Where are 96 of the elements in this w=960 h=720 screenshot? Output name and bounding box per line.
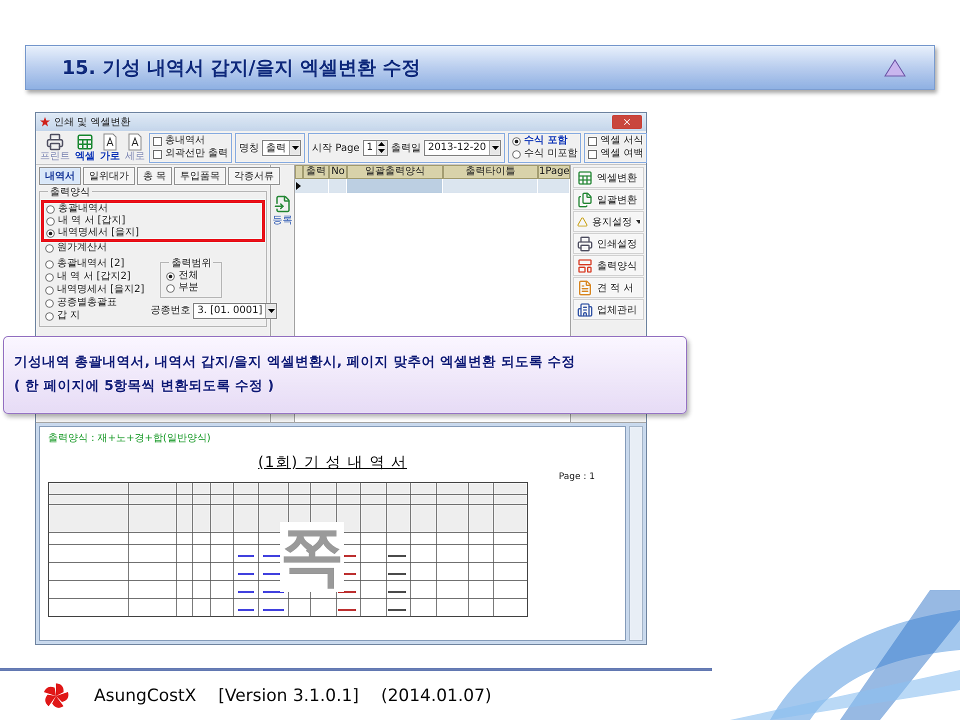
toolbar-button[interactable]: 가로: [99, 133, 121, 162]
callout-text: 기성내역 총괄내역서, 내역서 갑지/을지 엑셀변환시, 페이지 맞추어 엑셀변환 되도록 수정: [14, 353, 576, 371]
option-label: 내 역 서 [갑지2]: [57, 271, 131, 283]
spinner-arrows-icon: [378, 142, 386, 153]
group-title: 출력양식: [48, 185, 92, 199]
date-picker[interactable]: 2013-12-20: [424, 140, 502, 156]
triangle-up-icon[interactable]: [884, 58, 906, 76]
document-title: (1회) 기 성 내 역 서: [258, 453, 408, 472]
checkbox[interactable]: [153, 136, 162, 146]
slide-title: 15. 기성 내역서 갑지/을지 엑셀변환 수정: [62, 56, 421, 80]
option-label: 전체: [178, 270, 198, 282]
printer-icon: [577, 236, 593, 252]
side-button[interactable]: 업체관리: [573, 299, 644, 320]
option-label: 부분: [178, 282, 198, 294]
option-label: 내역명세서 [을지]: [58, 227, 139, 239]
column-header: 일괄출력양식: [347, 165, 442, 179]
files-icon: [577, 192, 593, 208]
document-icon: [577, 280, 593, 296]
option-label: 갑 지: [57, 310, 80, 322]
option-label: 엑셀 서식: [600, 135, 644, 147]
option-label: 총내역서: [165, 135, 205, 147]
option-label: 공종별총괄표: [57, 297, 117, 309]
date-text: (2014.01.07): [380, 686, 492, 706]
tab[interactable]: 내역서: [39, 167, 81, 185]
caret-icon: [492, 146, 499, 150]
radio-button[interactable]: [46, 228, 55, 238]
radio-button[interactable]: [512, 150, 522, 158]
radio-button[interactable]: [45, 298, 54, 308]
option-label: 원가계산서: [57, 242, 107, 254]
tab[interactable]: 일위대가: [83, 167, 135, 185]
letter-page-icon: [126, 133, 144, 151]
toolbar-button[interactable]: 엑셀: [74, 133, 96, 162]
close-icon: [622, 117, 632, 127]
field-label: 공종번호: [150, 305, 190, 317]
group-title: 출력범위: [169, 256, 214, 270]
side-button[interactable]: 견 적 서: [573, 277, 644, 298]
radio-button[interactable]: [45, 272, 54, 282]
caret-icon: [292, 146, 299, 150]
field-label: 시작 Page: [312, 142, 360, 154]
column-header: 출력: [303, 165, 329, 179]
star-icon: [40, 117, 50, 127]
radio-button[interactable]: [46, 216, 55, 226]
caret-icon: [268, 309, 275, 313]
option-label: 총괄내역서: [58, 203, 108, 215]
layout-icon: [577, 258, 593, 274]
column-header: No: [329, 165, 347, 179]
radio-button[interactable]: [166, 284, 176, 292]
tab[interactable]: 투입품목: [174, 167, 226, 185]
option-label: 수식 미포함: [524, 148, 578, 160]
field-label: 명칭: [239, 142, 260, 154]
side-button[interactable]: 용지설정: [573, 211, 644, 232]
tab[interactable]: 총 목: [137, 167, 172, 185]
option-label: 총괄내역서 [2]: [57, 258, 124, 270]
spreadsheet-icon: [76, 133, 94, 151]
callout-text: ( 한 페이지에 5항목씩 변환되도록 수정 ): [14, 377, 275, 395]
radio-button[interactable]: [46, 204, 55, 214]
page-number: Page : 1: [558, 472, 595, 482]
column-header: 출력타이틀: [442, 165, 538, 179]
file-arrow-icon: [274, 195, 292, 213]
product-name: AsungCostX: [94, 686, 196, 706]
format-line: 출력양식 : 재+노+경+합(일반양식): [48, 432, 212, 445]
close-button[interactable]: [612, 115, 642, 129]
letter-page-icon: [101, 133, 119, 151]
option-label: 내 역 서 [갑지]: [58, 215, 126, 227]
radio-button[interactable]: [166, 272, 176, 280]
checkbox[interactable]: [588, 136, 598, 146]
window-title: 인쇄 및 엑셀변환: [54, 116, 130, 129]
option-label: 수식 포함: [524, 135, 568, 147]
tab[interactable]: 각종서류: [228, 167, 280, 185]
option-label: 엑셀 여백: [600, 148, 644, 160]
name-dropdown[interactable]: 출력: [262, 140, 302, 156]
large-character: 쪽: [280, 522, 344, 592]
side-button[interactable]: 인쇄설정: [573, 233, 644, 254]
work-number-dropdown[interactable]: 3. [01. 0001]: [193, 303, 278, 319]
field-label: 출력일: [390, 142, 421, 154]
radio-button[interactable]: [512, 136, 522, 146]
building-icon: [577, 302, 593, 318]
table-header: [295, 165, 303, 179]
radio-button[interactable]: [45, 260, 54, 268]
caret-icon: [636, 220, 640, 224]
side-button[interactable]: 엑셀변환: [573, 167, 644, 188]
radio-button[interactable]: [45, 312, 54, 320]
radio-button[interactable]: [45, 244, 54, 252]
checkbox[interactable]: [588, 150, 598, 158]
checkbox[interactable]: [153, 150, 162, 158]
spreadsheet-icon: [577, 170, 593, 186]
page-spinner[interactable]: 1: [362, 140, 388, 156]
side-button[interactable]: 출력양식: [573, 255, 644, 276]
printer-icon: [46, 133, 64, 151]
option-label: 외곽선만 출력: [165, 148, 228, 160]
version-text: [Version 3.1.0.1]: [218, 686, 359, 706]
radio-button[interactable]: [45, 286, 54, 294]
side-button[interactable]: 일괄변환: [573, 189, 644, 210]
column-header: 1Page: [538, 165, 570, 179]
option-label: 내역명세서 [을지2]: [57, 284, 144, 296]
row-pointer-icon: [295, 179, 303, 193]
